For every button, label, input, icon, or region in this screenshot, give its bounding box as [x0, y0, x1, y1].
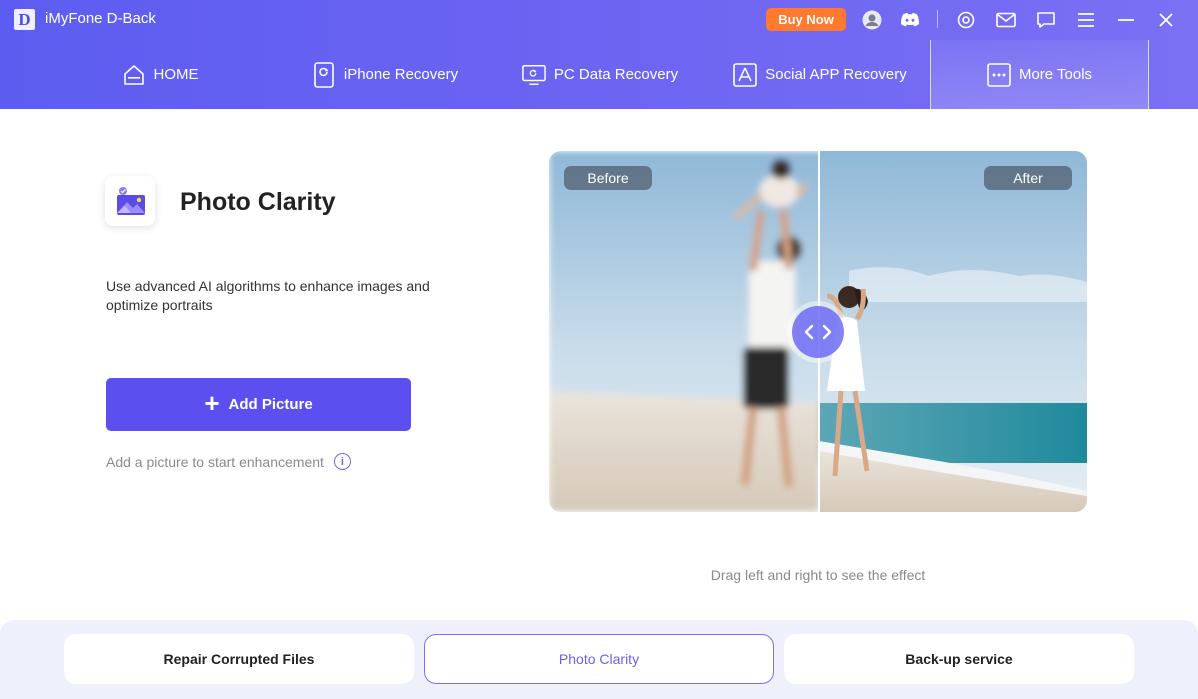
user-icon[interactable] [861, 9, 883, 31]
minimize-icon[interactable] [1115, 9, 1137, 31]
app-logo: D [14, 9, 35, 30]
app-title: iMyFone D-Back [45, 10, 156, 27]
home-icon [122, 63, 146, 87]
nav-more-tools-label: More Tools [1018, 66, 1093, 83]
nav-iphone-label: iPhone Recovery [343, 66, 459, 83]
title-bar: D iMyFone D-Back Buy Now [0, 0, 1198, 40]
close-icon[interactable] [1155, 9, 1177, 31]
settings-icon[interactable] [955, 9, 977, 31]
nav-social-app-recovery[interactable]: Social APP Recovery [725, 40, 915, 109]
iphone-icon [312, 61, 336, 88]
chat-icon[interactable] [1035, 9, 1057, 31]
drag-hint: Drag left and right to see the effect [710, 567, 926, 583]
before-after-preview[interactable]: Before After [549, 151, 1087, 512]
feature-title: Photo Clarity [180, 188, 336, 216]
titlebar-separator [937, 10, 938, 28]
nav-pc-data-recovery[interactable]: PC Data Recovery [510, 40, 690, 109]
main-nav: HOME iPhone Recovery PC Data Recovery So… [0, 40, 1198, 109]
add-picture-label: Add Picture [228, 396, 313, 413]
more-tools-icon [987, 62, 1011, 87]
feature-description: Use advanced AI algorithms to enhance im… [106, 278, 430, 313]
nav-home-label: HOME [153, 66, 199, 83]
nav-more-tools[interactable]: More Tools [930, 40, 1149, 109]
tab-back-up-service[interactable]: Back-up service [784, 634, 1134, 684]
buy-now-button[interactable]: Buy Now [766, 8, 846, 31]
compare-drag-handle[interactable] [792, 306, 844, 358]
tab-repair-corrupted-files[interactable]: Repair Corrupted Files [64, 634, 414, 684]
nav-home[interactable]: HOME [110, 40, 210, 109]
hint-text: Add a picture to start enhancement [106, 453, 324, 470]
add-picture-hint: Add a picture to start enhancement i [106, 453, 351, 470]
plus-icon: + [204, 388, 220, 418]
nav-iphone-recovery[interactable]: iPhone Recovery [300, 40, 470, 109]
app-store-icon [733, 62, 758, 87]
discord-icon[interactable] [899, 9, 921, 31]
nav-pc-label: PC Data Recovery [553, 66, 679, 83]
menu-icon[interactable] [1075, 9, 1097, 31]
chevron-left-right-icon [804, 324, 832, 340]
mail-icon[interactable] [995, 9, 1017, 31]
add-picture-button[interactable]: + Add Picture [106, 378, 411, 431]
nav-social-label: Social APP Recovery [765, 66, 907, 83]
info-icon[interactable]: i [333, 453, 351, 470]
photo-clarity-icon [105, 176, 155, 226]
tab-photo-clarity[interactable]: Photo Clarity [424, 634, 774, 684]
before-label: Before [564, 166, 652, 190]
pc-icon [522, 63, 546, 87]
after-label: After [984, 166, 1072, 190]
app-header: D iMyFone D-Back Buy Now HOME iPhone Rec… [0, 0, 1198, 109]
